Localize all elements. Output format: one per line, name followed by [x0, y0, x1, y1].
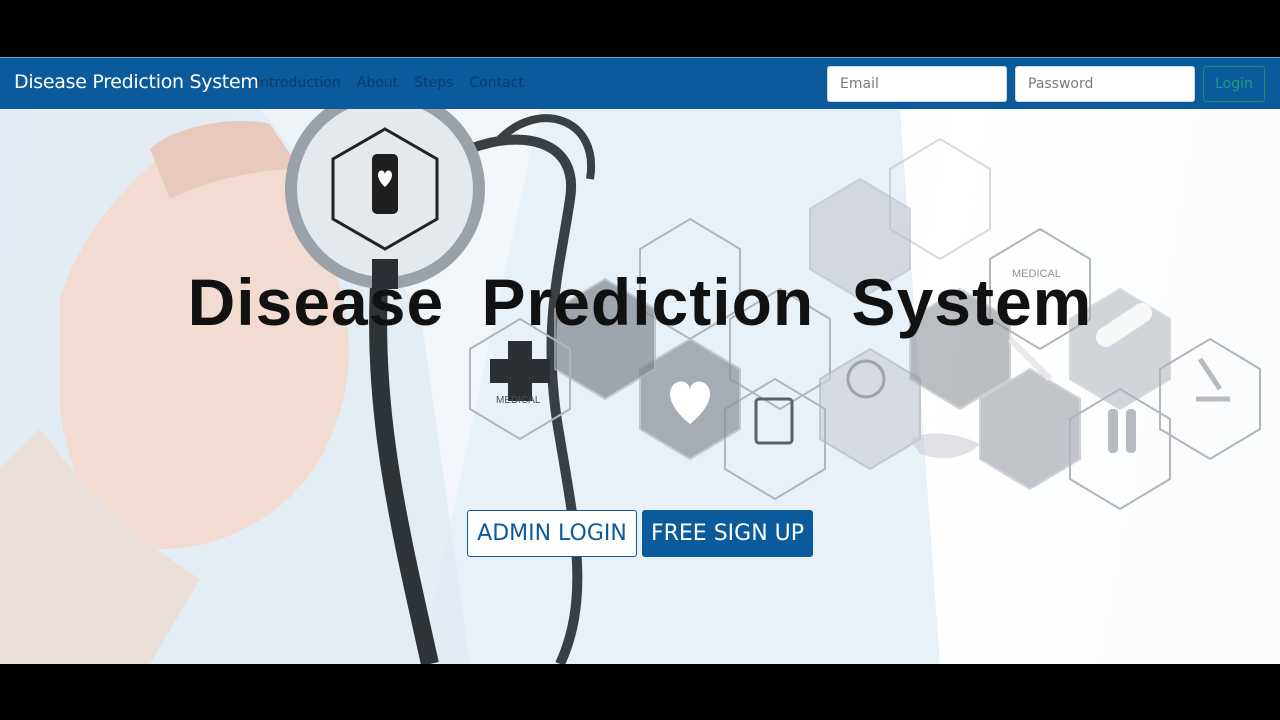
nav-link-contact[interactable]: Contact — [469, 75, 523, 91]
microscope-icon — [1196, 357, 1230, 402]
free-signup-button[interactable]: FREE SIGN UP — [642, 510, 813, 557]
nav-link-steps[interactable]: Steps — [414, 75, 453, 91]
login-button[interactable]: Login — [1203, 66, 1265, 102]
email-input[interactable] — [827, 66, 1007, 102]
hero-background-image: MEDICAL MEDICAL — [0, 109, 1261, 664]
brand-link[interactable]: Disease Prediction System — [14, 71, 259, 93]
nav-link-about[interactable]: About — [357, 75, 398, 91]
hex-label-medical-2: MEDICAL — [496, 395, 541, 406]
navbar: Disease Prediction System Introduction A… — [0, 57, 1280, 109]
hero-title: Disease Prediction System — [187, 265, 1093, 339]
nav-link-introduction[interactable]: Introduction — [256, 75, 341, 91]
app-screen: Disease Prediction System Introduction A… — [0, 0, 1280, 720]
admin-login-button[interactable]: ADMIN LOGIN — [467, 510, 637, 557]
hero-banner: MEDICAL MEDICAL Disease Prediction Syste… — [0, 109, 1280, 664]
test-tube-icon — [1108, 409, 1118, 453]
nav-links: Introduction About Steps Contact — [256, 75, 524, 91]
password-input[interactable] — [1015, 66, 1195, 102]
